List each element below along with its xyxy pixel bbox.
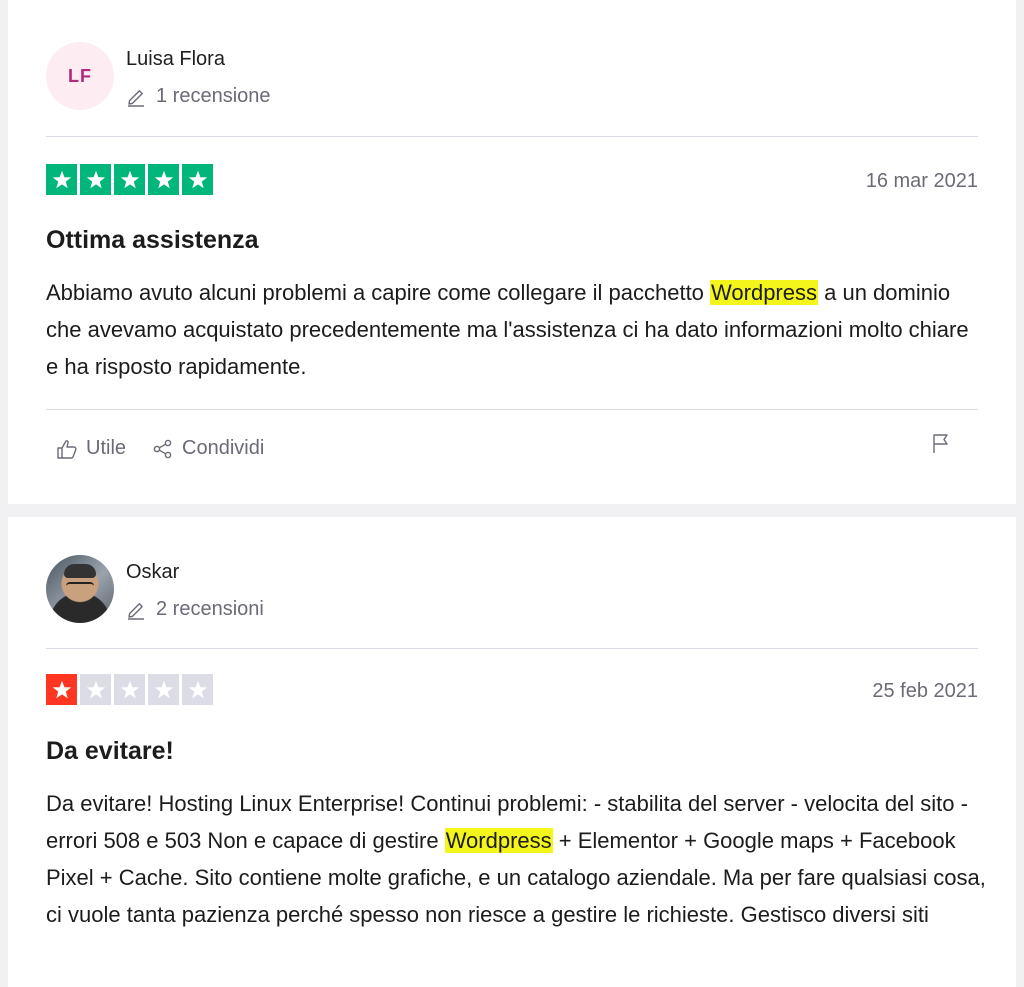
star-icon <box>114 164 145 195</box>
star-icon <box>46 164 77 195</box>
pencil-icon <box>126 87 146 107</box>
review-text: Abbiamo avuto alcuni problemi a capire c… <box>46 280 711 305</box>
avatar[interactable] <box>46 555 114 623</box>
star-rating <box>46 164 213 195</box>
star-icon <box>182 164 213 195</box>
review-card: Oskar 2 recensioni 25 feb 2021 Da evitar… <box>8 517 1016 987</box>
star-icon <box>148 164 179 195</box>
highlighted-keyword: Wordpress <box>710 280 818 305</box>
review-count-label: 2 recensioni <box>156 598 264 620</box>
review-count-label: 1 recensione <box>156 85 271 107</box>
star-icon <box>148 674 179 705</box>
avatar-glasses <box>66 582 94 590</box>
reviewer-header: Oskar 2 recensioni <box>46 551 978 631</box>
share-icon <box>153 439 172 458</box>
pencil-icon <box>126 600 146 620</box>
review-body: Da evitare! Hosting Linux Enterprise! Co… <box>46 785 986 933</box>
reviewer-name[interactable]: Oskar <box>126 561 179 584</box>
divider <box>46 409 978 410</box>
review-actions: Utile Condividi <box>56 437 264 460</box>
star-icon <box>80 674 111 705</box>
flag-icon[interactable] <box>930 432 952 454</box>
review-card: LF Luisa Flora 1 recensione 16 mar 2021 … <box>8 0 1016 504</box>
reviewer-header: LF Luisa Flora 1 recensione <box>46 38 978 118</box>
star-icon <box>46 674 77 705</box>
useful-label: Utile <box>86 437 127 459</box>
review-date: 16 mar 2021 <box>865 170 978 192</box>
share-button[interactable]: Condividi <box>152 437 264 460</box>
review-date: 25 feb 2021 <box>872 680 978 702</box>
reviewer-name[interactable]: Luisa Flora <box>126 48 225 71</box>
star-icon <box>182 674 213 705</box>
useful-button[interactable]: Utile <box>56 437 126 460</box>
highlighted-keyword: Wordpress <box>444 828 553 853</box>
share-label: Condividi <box>182 437 265 459</box>
divider <box>46 136 978 137</box>
star-icon <box>114 674 145 705</box>
avatar[interactable]: LF <box>46 42 114 110</box>
review-count: 1 recensione <box>126 85 271 108</box>
review-count: 2 recensioni <box>126 598 264 621</box>
review-body: Abbiamo avuto alcuni problemi a capire c… <box>46 274 986 385</box>
review-title[interactable]: Da evitare! <box>46 737 174 766</box>
avatar-hair <box>64 564 96 578</box>
star-rating <box>46 674 213 705</box>
divider <box>46 648 978 649</box>
star-icon <box>80 164 111 195</box>
thumbs-up-icon <box>57 439 77 459</box>
review-title[interactable]: Ottima assistenza <box>46 226 259 255</box>
